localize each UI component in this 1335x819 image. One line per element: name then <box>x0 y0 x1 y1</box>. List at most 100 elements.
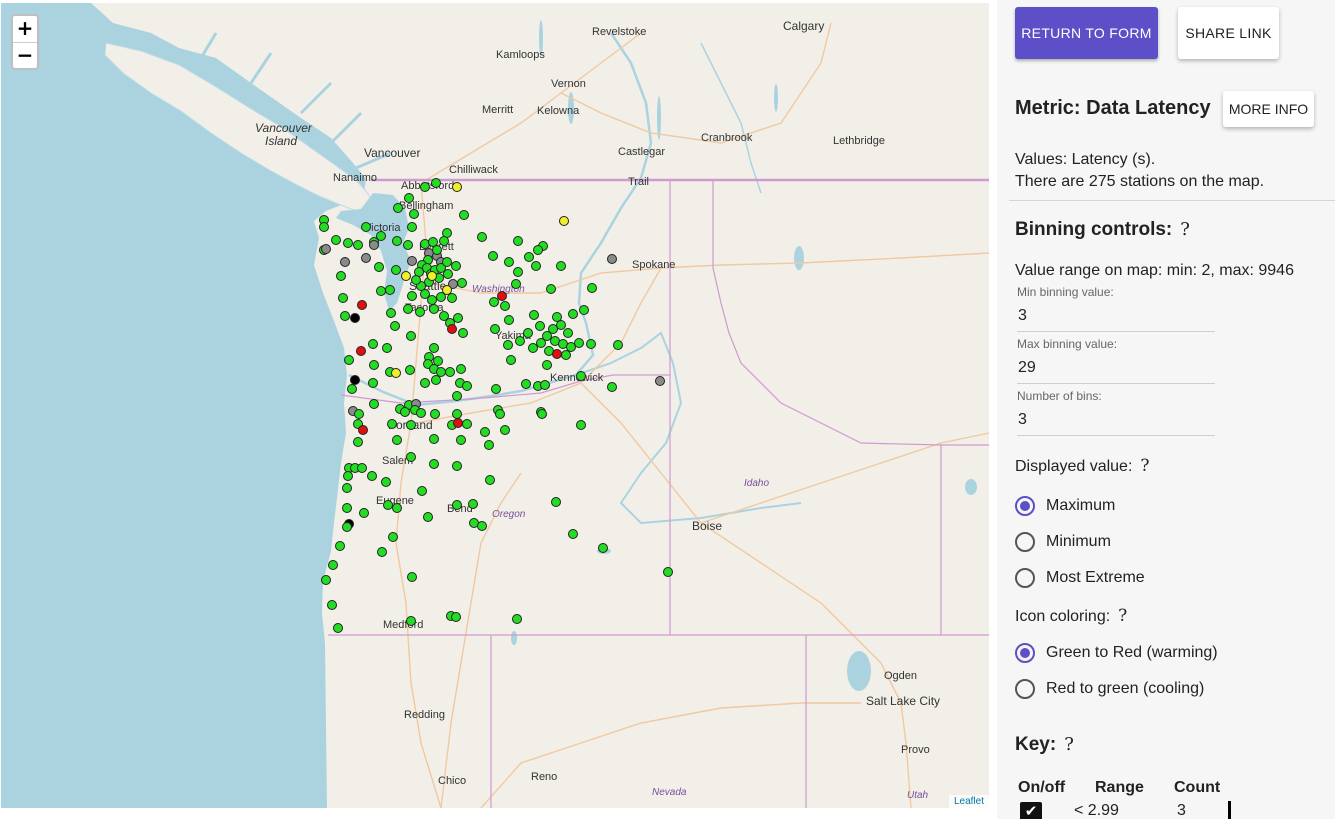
station-marker[interactable] <box>445 367 455 377</box>
station-marker[interactable] <box>369 399 379 409</box>
number-of-bins-input[interactable] <box>1017 409 1215 436</box>
station-marker[interactable] <box>452 500 462 510</box>
station-marker[interactable] <box>568 309 578 319</box>
station-marker[interactable] <box>429 459 439 469</box>
station-marker[interactable] <box>331 235 341 245</box>
station-marker[interactable] <box>420 182 430 192</box>
station-marker[interactable] <box>459 210 469 220</box>
station-marker[interactable] <box>503 340 513 350</box>
help-icon[interactable]: ? <box>1180 219 1190 240</box>
radio-icon[interactable] <box>1015 643 1035 663</box>
station-marker[interactable] <box>430 409 440 419</box>
station-marker[interactable] <box>427 295 437 305</box>
station-marker[interactable] <box>563 328 573 338</box>
station-marker[interactable] <box>559 216 569 226</box>
radio-icon[interactable] <box>1015 568 1035 588</box>
station-marker[interactable] <box>327 600 337 610</box>
station-marker[interactable] <box>495 409 505 419</box>
map-view[interactable]: Calgary Revelstoke Kamloops Vernon Merri… <box>1 3 989 808</box>
station-marker[interactable] <box>369 360 379 370</box>
station-marker[interactable] <box>511 279 521 289</box>
station-marker[interactable] <box>462 381 472 391</box>
station-marker[interactable] <box>491 384 501 394</box>
station-marker[interactable] <box>391 368 401 378</box>
coloring-option-warming[interactable]: Green to Red (warming) <box>1015 641 1218 665</box>
station-marker[interactable] <box>447 293 457 303</box>
station-marker[interactable] <box>452 391 462 401</box>
station-marker[interactable] <box>546 284 556 294</box>
station-marker[interactable] <box>504 315 514 325</box>
station-marker[interactable] <box>407 291 417 301</box>
station-marker[interactable] <box>477 232 487 242</box>
station-marker[interactable] <box>458 328 468 338</box>
station-marker[interactable] <box>540 380 550 390</box>
station-marker[interactable] <box>568 529 578 539</box>
station-marker[interactable] <box>350 313 360 323</box>
station-marker[interactable] <box>357 463 367 473</box>
station-marker[interactable] <box>406 616 416 626</box>
station-marker[interactable] <box>579 305 589 315</box>
station-marker[interactable] <box>343 471 353 481</box>
station-marker[interactable] <box>417 486 427 496</box>
station-marker[interactable] <box>367 471 377 481</box>
map-attribution[interactable]: Leaflet <box>948 795 989 808</box>
station-marker[interactable] <box>416 408 426 418</box>
station-marker[interactable] <box>429 343 439 353</box>
station-marker[interactable] <box>484 440 494 450</box>
station-marker[interactable] <box>468 499 478 509</box>
station-marker[interactable] <box>500 425 510 435</box>
station-marker[interactable] <box>453 418 463 428</box>
station-marker[interactable] <box>407 222 417 232</box>
station-marker[interactable] <box>357 300 367 310</box>
station-marker[interactable] <box>513 267 523 277</box>
displayed-option-maximum[interactable]: Maximum <box>1015 494 1115 518</box>
station-marker[interactable] <box>586 339 596 349</box>
station-marker[interactable] <box>431 178 441 188</box>
station-marker[interactable] <box>552 349 562 359</box>
station-marker[interactable] <box>353 437 363 447</box>
station-marker[interactable] <box>432 245 442 255</box>
station-marker[interactable] <box>528 343 538 353</box>
radio-icon[interactable] <box>1015 496 1035 516</box>
station-marker[interactable] <box>361 253 371 263</box>
station-marker[interactable] <box>381 477 391 487</box>
station-marker[interactable] <box>587 283 597 293</box>
station-marker[interactable] <box>452 182 462 192</box>
station-marker[interactable] <box>347 384 357 394</box>
zoom-out-button[interactable]: − <box>13 42 37 68</box>
station-marker[interactable] <box>392 503 402 513</box>
station-marker[interactable] <box>439 236 449 246</box>
station-marker[interactable] <box>342 522 352 532</box>
station-marker[interactable] <box>400 407 410 417</box>
station-marker[interactable] <box>390 321 400 331</box>
station-marker[interactable] <box>524 252 534 262</box>
station-marker[interactable] <box>387 419 397 429</box>
station-marker[interactable] <box>423 512 433 522</box>
station-marker[interactable] <box>574 338 584 348</box>
station-marker[interactable] <box>451 261 461 271</box>
station-marker[interactable] <box>536 338 546 348</box>
station-marker[interactable] <box>513 236 523 246</box>
station-marker[interactable] <box>393 203 403 213</box>
station-marker[interactable] <box>404 193 414 203</box>
station-marker[interactable] <box>576 371 586 381</box>
station-marker[interactable] <box>490 324 500 334</box>
station-marker[interactable] <box>392 236 402 246</box>
station-marker[interactable] <box>407 256 417 266</box>
station-marker[interactable] <box>576 420 586 430</box>
station-marker[interactable] <box>456 364 466 374</box>
station-marker[interactable] <box>340 311 350 321</box>
station-marker[interactable] <box>551 497 561 507</box>
station-marker[interactable] <box>336 271 346 281</box>
station-marker[interactable] <box>456 435 466 445</box>
station-marker[interactable] <box>429 304 439 314</box>
station-marker[interactable] <box>356 346 366 356</box>
station-marker[interactable] <box>512 614 522 624</box>
station-marker[interactable] <box>406 452 416 462</box>
station-marker[interactable] <box>382 343 392 353</box>
station-marker[interactable] <box>436 292 446 302</box>
coloring-option-cooling[interactable]: Red to green (cooling) <box>1015 677 1204 701</box>
station-marker[interactable] <box>436 367 446 377</box>
station-marker[interactable] <box>537 409 547 419</box>
station-marker[interactable] <box>350 375 360 385</box>
